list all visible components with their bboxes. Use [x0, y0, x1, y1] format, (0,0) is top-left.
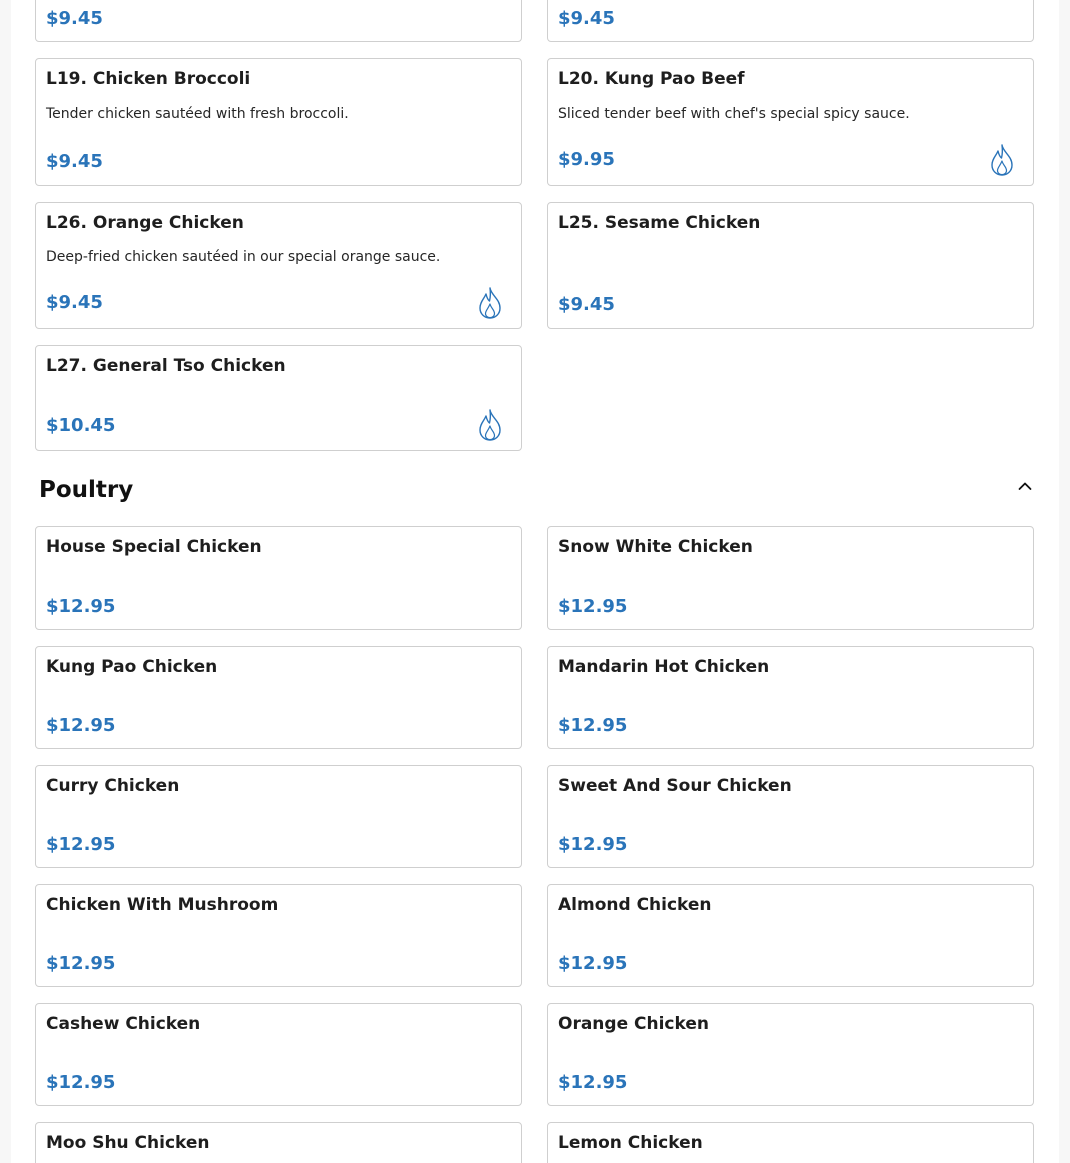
menu-item-card[interactable]: Kung Pao Chicken $12.95	[35, 646, 522, 749]
item-price: $9.45	[558, 8, 615, 29]
menu-item-card[interactable]: House Special Chicken $12.95	[35, 526, 522, 630]
item-name: L25. Sesame Chicken	[558, 213, 761, 233]
item-price: $12.95	[558, 953, 628, 974]
menu-item-card[interactable]: Cashew Chicken $12.95	[35, 1003, 522, 1106]
item-price: $9.45	[46, 8, 103, 29]
menu-item-card[interactable]: Orange Chicken $12.95	[547, 1003, 1034, 1106]
item-price: $12.95	[46, 953, 116, 974]
spicy-flame-icon	[991, 144, 1013, 176]
menu-item-card[interactable]: Almond Chicken $12.95	[547, 884, 1034, 987]
menu-item-card[interactable]: Snow White Chicken $12.95	[547, 526, 1034, 630]
item-name: L26. Orange Chicken	[46, 213, 244, 233]
item-price: $12.95	[558, 834, 628, 855]
item-name: Moo Shu Chicken	[46, 1133, 210, 1153]
menu-item-card[interactable]: Chicken With Mushroom $12.95	[35, 884, 522, 987]
menu-item-card[interactable]: $9.45	[547, 0, 1034, 42]
item-price: $12.95	[558, 1072, 628, 1093]
menu-item-card[interactable]: Moo Shu Chicken	[35, 1122, 522, 1163]
item-price: $9.95	[558, 149, 615, 170]
item-name: Kung Pao Chicken	[46, 657, 218, 677]
item-name: Chicken With Mushroom	[46, 895, 279, 915]
item-name: Cashew Chicken	[46, 1014, 201, 1034]
item-price: $12.95	[46, 596, 116, 617]
item-name: Orange Chicken	[558, 1014, 709, 1034]
section-title: Poultry	[39, 477, 134, 503]
item-name: L19. Chicken Broccoli	[46, 69, 251, 89]
chevron-up-icon[interactable]	[1015, 476, 1035, 496]
spicy-flame-icon	[479, 287, 501, 319]
item-name: Lemon Chicken	[558, 1133, 703, 1153]
menu-item-card[interactable]: L27. General Tso Chicken $10.45	[35, 345, 522, 451]
item-price: $10.45	[46, 415, 116, 436]
item-price: $9.45	[558, 294, 615, 315]
menu-item-card[interactable]: L26. Orange Chicken Deep-fried chicken s…	[35, 202, 522, 329]
item-name: Sweet And Sour Chicken	[558, 776, 792, 796]
menu-item-card[interactable]: Lemon Chicken	[547, 1122, 1034, 1163]
menu-item-card[interactable]: L19. Chicken Broccoli Tender chicken sau…	[35, 58, 522, 186]
item-price: $12.95	[558, 715, 628, 736]
item-price: $12.95	[46, 715, 116, 736]
item-name: House Special Chicken	[46, 537, 262, 557]
item-price: $12.95	[558, 596, 628, 617]
menu-item-card[interactable]: L20. Kung Pao Beef Sliced tender beef wi…	[547, 58, 1034, 186]
spicy-flame-icon	[479, 409, 501, 441]
item-name: Curry Chicken	[46, 776, 180, 796]
item-name: Almond Chicken	[558, 895, 712, 915]
item-name: Mandarin Hot Chicken	[558, 657, 770, 677]
item-name: Snow White Chicken	[558, 537, 753, 557]
item-price: $9.45	[46, 292, 103, 313]
item-price: $9.45	[46, 151, 103, 172]
item-description: Tender chicken sautéed with fresh brocco…	[46, 106, 349, 122]
menu-page: $9.45 $9.45 L19. Chicken Broccoli Tender…	[11, 0, 1059, 1163]
item-name: L20. Kung Pao Beef	[558, 69, 745, 89]
item-price: $12.95	[46, 1072, 116, 1093]
menu-item-card[interactable]: $9.45	[35, 0, 522, 42]
item-description: Deep-fried chicken sautéed in our specia…	[46, 249, 441, 265]
item-name: L27. General Tso Chicken	[46, 356, 286, 376]
item-description: Sliced tender beef with chef's special s…	[558, 106, 910, 122]
menu-item-card[interactable]: L25. Sesame Chicken $9.45	[547, 202, 1034, 329]
menu-item-card[interactable]: Sweet And Sour Chicken $12.95	[547, 765, 1034, 868]
item-price: $12.95	[46, 834, 116, 855]
menu-item-card[interactable]: Mandarin Hot Chicken $12.95	[547, 646, 1034, 749]
menu-item-card[interactable]: Curry Chicken $12.95	[35, 765, 522, 868]
